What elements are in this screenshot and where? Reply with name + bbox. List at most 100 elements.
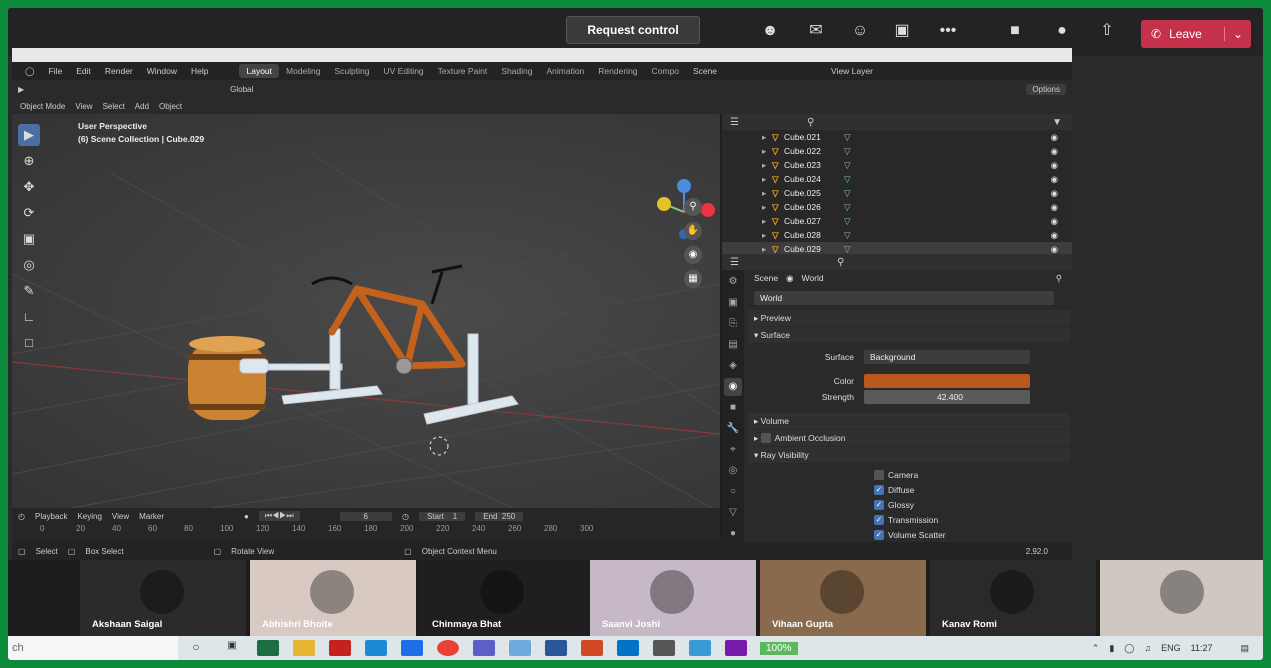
participant-tile[interactable]: Abhishri Bhoite [250,560,416,636]
expand-arrow-icon[interactable]: ▸ [762,216,772,227]
render-tab-icon[interactable]: ▣ [724,294,742,312]
language-indicator[interactable]: ENG [1161,643,1181,653]
share-icon[interactable]: ▣ [890,20,914,42]
select-mode-icon[interactable]: ▶ [18,85,24,94]
material-tab-icon[interactable]: ● [724,525,742,543]
expand-arrow-icon[interactable]: ▸ [762,244,772,255]
current-frame-field[interactable]: 6 [339,511,392,521]
outliner-search-icon[interactable]: ⚲ [807,117,814,128]
tray-chevron-icon[interactable]: ⌃ [1092,643,1100,654]
checkbox[interactable]: ✓ [874,514,884,525]
timeline-view-menu[interactable]: View [112,512,129,521]
transform-icon[interactable]: ◎ [18,254,40,276]
ray-check-row[interactable]: ✓ Volume Scatter [868,527,1070,542]
tab-rendering[interactable]: Rendering [591,66,644,76]
keying-menu[interactable]: Keying [77,512,101,521]
mail-icon[interactable] [617,640,639,656]
menu-edit[interactable]: Edit [69,66,98,76]
tab-animation[interactable]: Animation [539,66,591,76]
annotate-icon[interactable]: ✎ [18,280,40,302]
view-layer-selector[interactable]: View Layer [824,66,880,76]
ray-check-row[interactable]: ✓ Glossy [868,497,1070,512]
end-frame-field[interactable]: End 250 [475,511,524,521]
tab-texture-paint[interactable]: Texture Paint [431,66,495,76]
menu-help[interactable]: Help [184,66,215,76]
tab-compositing[interactable]: Compo [645,66,686,76]
menu-window[interactable]: Window [140,66,184,76]
transform-orientation[interactable]: Global [230,85,253,94]
options-dropdown[interactable]: Options [1026,83,1066,95]
editor-type-icon[interactable]: ☰ [730,257,739,268]
checkbox[interactable]: ✓ [874,499,884,510]
expand-arrow-icon[interactable]: ▸ [762,160,772,171]
network-icon[interactable]: ◯ [1124,643,1134,654]
playback-controls-icon[interactable]: ⏮◀▶⏭ [258,511,300,521]
scene-selector[interactable]: Scene [686,66,724,76]
chrome-icon[interactable] [437,640,459,656]
world-datablock[interactable]: World [754,291,1054,305]
outliner-row[interactable]: ▸ ▽ Cube.025 ▽ ◉ [722,186,1072,200]
share-tray-icon[interactable]: ⇧ [1095,20,1119,42]
ray-check-row[interactable]: ✓ Diffuse [868,482,1070,497]
display-mode-icon[interactable]: ☰ [730,117,739,128]
header-object[interactable]: Object [159,102,182,111]
powerpoint-icon[interactable] [581,640,603,656]
expand-arrow-icon[interactable]: ▸ [762,202,772,213]
tab-uv-editing[interactable]: UV Editing [376,66,430,76]
checkbox[interactable]: ✓ [874,529,884,540]
edge-icon[interactable] [365,640,387,656]
scale-icon[interactable]: ▣ [18,228,40,250]
scene-breadcrumb[interactable]: Scene [754,273,778,283]
tab-modeling[interactable]: Modeling [279,66,328,76]
outliner-row[interactable]: ▸ ▽ Cube.028 ▽ ◉ [722,228,1072,242]
outliner-row[interactable]: ▸ ▽ Cube.027 ▽ ◉ [722,214,1072,228]
surface-section[interactable]: ▾ Surface [748,327,1070,343]
world-tab-icon[interactable]: ◉ [724,378,742,396]
select-box-icon[interactable]: ▶ [18,124,40,146]
ray-check-row[interactable]: ✓ Transmission [868,512,1070,527]
timeline-editor-icon[interactable]: ◴ [18,512,25,521]
cortana-icon[interactable]: ○ [185,640,207,656]
app-icon[interactable] [401,640,423,656]
expand-arrow-icon[interactable]: ▸ [762,146,772,157]
gmail-icon[interactable] [329,640,351,656]
data-tab-icon[interactable]: ▽ [724,504,742,522]
eye-icon[interactable]: ◉ [1051,244,1058,255]
app-icon-3[interactable] [653,640,675,656]
outliner-row[interactable]: ▸ ▽ Cube.026 ▽ ◉ [722,200,1072,214]
expand-arrow-icon[interactable]: ▸ [762,174,772,185]
camera-view-icon[interactable]: ◉ [684,246,702,264]
move-icon[interactable]: ✥ [18,176,40,198]
record-icon[interactable]: ● [244,512,249,521]
more-icon[interactable]: ••• [936,20,960,42]
volume-section[interactable]: ▸ Volume [748,413,1070,429]
chevron-down-icon[interactable]: ⌄ [1223,27,1243,41]
ortho-grid-icon[interactable]: ▦ [684,270,702,288]
excel-icon[interactable] [257,640,279,656]
playback-menu[interactable]: Playback [35,512,67,521]
camera-icon[interactable]: ■ [1003,20,1027,42]
header-add[interactable]: Add [135,102,149,111]
word-icon[interactable] [545,640,567,656]
calculator-icon[interactable] [689,640,711,656]
preview-section[interactable]: ▸ Preview [748,310,1070,326]
outliner-row[interactable]: ▸ ▽ Cube.022 ▽ ◉ [722,144,1072,158]
expand-arrow-icon[interactable]: ▸ [762,132,772,143]
ao-checkbox[interactable] [760,433,771,443]
volume-icon[interactable]: ♫ [1144,643,1151,653]
header-view[interactable]: View [75,102,92,111]
eye-icon[interactable]: ◉ [1051,230,1058,241]
eye-icon[interactable]: ◉ [1051,174,1058,185]
expand-arrow-icon[interactable]: ▸ [762,230,772,241]
reactions-icon[interactable]: ☺ [848,20,872,42]
zoom-icon[interactable]: ⚲ [684,198,702,216]
physics-tab-icon[interactable]: ◎ [724,462,742,480]
marker-menu[interactable]: Marker [139,512,164,521]
taskbar-search[interactable]: ch [8,636,178,660]
menu-file[interactable]: File [42,66,70,76]
mic-icon[interactable]: ● [1050,20,1074,42]
participant-tile[interactable]: Saanvi Joshi [590,560,756,636]
notifications-icon[interactable]: ▤ [1240,643,1249,654]
participant-tile[interactable] [1100,560,1263,636]
task-view-icon[interactable]: ▣ [221,640,243,656]
